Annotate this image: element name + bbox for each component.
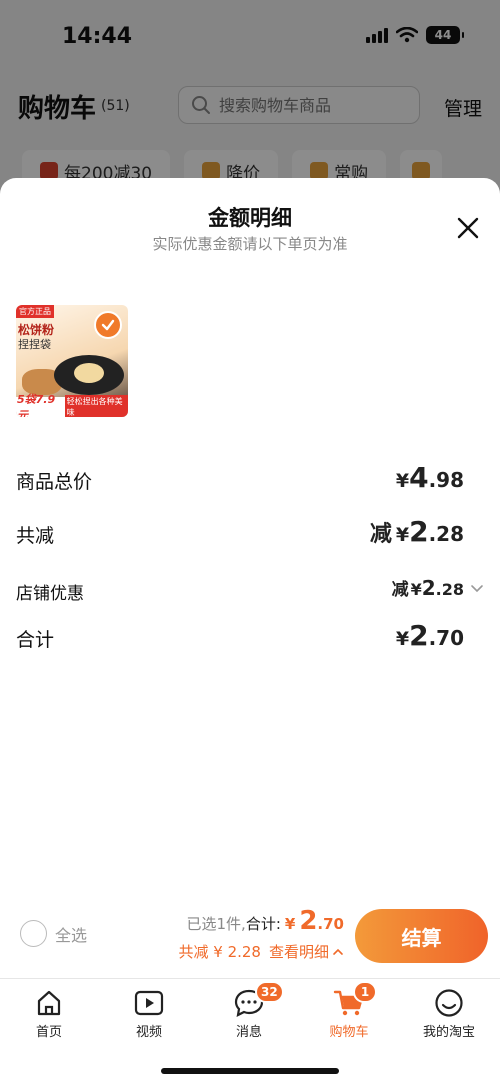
currency-symbol: ¥ (395, 470, 410, 492)
discount-prefix: 减 (369, 522, 392, 547)
total-discount-label: 共减 (16, 525, 55, 547)
view-detail-label: 查看明细 (268, 943, 329, 961)
amount-integer: 2 (409, 619, 429, 652)
checkmark-icon (94, 311, 122, 339)
select-all-checkbox[interactable] (20, 920, 47, 947)
sheet-title: 金额明细 (208, 206, 292, 230)
currency-symbol: ¥ (395, 628, 410, 650)
store-discount-value: 减 ¥ 2 .28 (392, 575, 464, 600)
goods-total-value: ¥ 4 .98 (396, 461, 464, 494)
tab-label: 视频 (135, 1025, 162, 1040)
amount-decimal: .28 (435, 580, 464, 599)
total-integer: 2 (299, 906, 318, 936)
amount-decimal: .70 (428, 626, 464, 650)
pan-image (54, 355, 124, 395)
checkout-button[interactable]: 结算 (355, 909, 488, 963)
currency-symbol: ¥ (395, 524, 410, 546)
total-decimal: .70 (317, 915, 344, 933)
tab-label: 我的淘宝 (422, 1025, 475, 1040)
chevron-down-icon[interactable] (470, 581, 484, 595)
sum-value: ¥ 2 .70 (396, 619, 464, 652)
view-detail-link[interactable]: 查看明细 (269, 941, 344, 962)
amount-decimal: .28 (428, 522, 464, 546)
product-tag: 官方正品 (16, 305, 54, 318)
amount-integer: 2 (421, 576, 436, 600)
tab-label: 首页 (35, 1025, 62, 1040)
currency-symbol: ¥ (410, 580, 422, 599)
close-icon[interactable] (456, 216, 480, 240)
product-promo-band: 5袋7.9元 轻松捏出各种美味 (16, 393, 128, 417)
discount-prefix: 减 (391, 580, 409, 600)
amount-integer: 2 (409, 515, 429, 548)
product-thumbnail[interactable]: 官方正品 松饼粉 捏捏袋 5袋7.9元 轻松捏出各种美味 (16, 305, 128, 417)
select-all-label: 全选 (55, 925, 88, 945)
amount-integer: 4 (409, 461, 429, 494)
tab-label: 消息 (235, 1025, 262, 1040)
store-discount-label: 店铺优惠 (16, 584, 84, 604)
product-slogan: 轻松捏出各种美味 (64, 395, 128, 417)
home-icon (37, 990, 61, 1016)
total-discount-value: 减 ¥ 2 .28 (370, 515, 464, 548)
sum-row: 合计 ¥ 2 .70 (16, 619, 484, 659)
amount-decimal: .98 (428, 468, 464, 492)
chevron-up-icon (333, 948, 343, 955)
message-badge: 32 (255, 981, 284, 1003)
home-indicator (161, 1068, 339, 1074)
tab-profile[interactable]: 我的淘宝 (404, 987, 494, 1040)
store-discount-row[interactable]: 店铺优惠 减 ¥ 2 .28 (16, 571, 484, 611)
checkout-discount-line: 共减 ¥ 2.28 查看明细 (179, 941, 345, 962)
tab-messages[interactable]: 32 消息 (204, 981, 294, 1040)
tab-video[interactable]: 视频 (104, 987, 194, 1040)
selected-count: 已选1件, (186, 915, 246, 933)
product-name-line2: 捏捏袋 (18, 338, 51, 351)
select-all[interactable]: 全选 (20, 920, 87, 947)
checkout-discount-text: 共减 ¥ 2.28 (178, 943, 261, 961)
total-label: 合计: (245, 915, 281, 933)
tab-label: 购物车 (329, 1025, 369, 1040)
total-currency: ¥ (284, 915, 296, 933)
product-price-badge: 5袋7.9元 (17, 393, 56, 417)
checkout-summary: 已选1件, 合计: ¥ 2 .70 (187, 906, 344, 936)
goods-total-label: 商品总价 (16, 471, 93, 493)
sum-label: 合计 (16, 629, 55, 651)
sheet-subtitle: 实际优惠金额请以下单页为准 (152, 235, 348, 253)
video-icon (134, 990, 164, 1016)
cart-badge: 1 (353, 981, 377, 1003)
tab-home[interactable]: 首页 (4, 987, 94, 1040)
tab-cart[interactable]: 1 购物车 (304, 981, 394, 1040)
total-discount-row: 共减 减 ¥ 2 .28 (16, 515, 484, 555)
goods-total-row: 商品总价 ¥ 4 .98 (16, 461, 484, 501)
profile-icon (435, 989, 463, 1017)
